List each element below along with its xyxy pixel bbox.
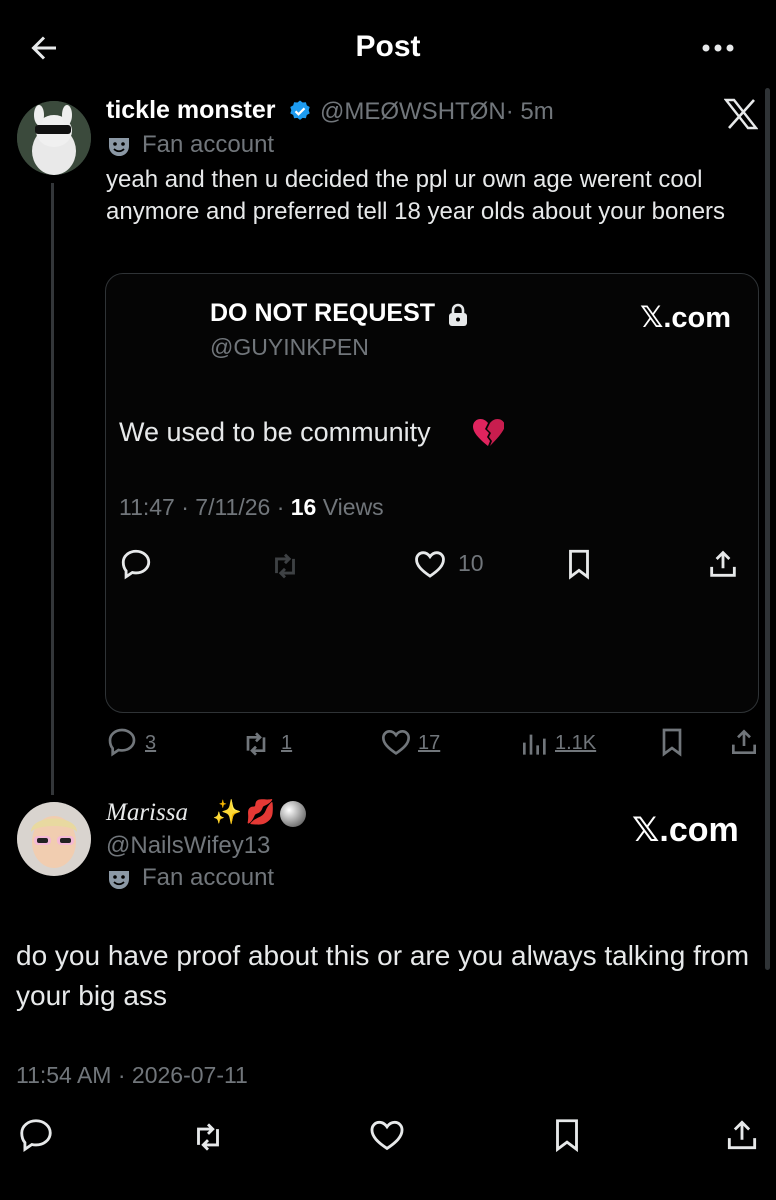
like-count[interactable]: 17 bbox=[418, 732, 440, 755]
theater-masks-icon bbox=[106, 133, 132, 159]
lock-icon bbox=[447, 303, 469, 327]
quoted-author-handle: @GUYINKPEN bbox=[210, 334, 369, 360]
reply-icon[interactable] bbox=[106, 726, 138, 758]
page-title: Post bbox=[355, 30, 421, 63]
quoted-author-name: DO NOT REQUEST bbox=[210, 299, 436, 327]
reply-count[interactable]: 3 bbox=[145, 732, 156, 755]
more-options-icon[interactable] bbox=[698, 34, 738, 62]
bookmark-icon[interactable] bbox=[548, 1116, 586, 1154]
repost-icon[interactable] bbox=[189, 1118, 227, 1156]
thread-line bbox=[51, 183, 54, 795]
reply-icon[interactable] bbox=[119, 547, 153, 581]
repost-count[interactable]: 1 bbox=[281, 732, 292, 755]
share-icon[interactable] bbox=[728, 726, 760, 758]
quoted-like-count: 10 bbox=[458, 550, 484, 576]
view-count[interactable]: 1.1K bbox=[555, 732, 596, 755]
post-text: yeah and then u decided the ppl ur own a… bbox=[106, 166, 726, 225]
fan-account-label: Fan account bbox=[142, 131, 275, 158]
bookmark-icon[interactable] bbox=[656, 726, 688, 758]
reply-timestamp: 11:54 AM · 2026-07-11 bbox=[16, 1062, 248, 1088]
like-heart-icon[interactable] bbox=[368, 1116, 406, 1154]
quoted-post-card[interactable] bbox=[105, 273, 759, 713]
author-name[interactable]: tickle monster bbox=[106, 96, 276, 125]
disco-ball-icon bbox=[279, 800, 306, 827]
share-icon[interactable] bbox=[723, 1116, 761, 1154]
reply-text: do you have proof about this or are you … bbox=[16, 940, 750, 1011]
quoted-views-label: Views bbox=[316, 494, 384, 520]
quoted-timestamp: 11:47 · 7/11/26 · bbox=[119, 494, 291, 520]
theater-masks-icon bbox=[106, 866, 132, 892]
sparkles-emoji: ✨ bbox=[212, 799, 242, 826]
quoted-post-text: We used to be community bbox=[119, 417, 431, 447]
share-icon[interactable] bbox=[706, 547, 740, 581]
quoted-source-label: 𝕏.com bbox=[640, 302, 732, 334]
avatar[interactable] bbox=[17, 101, 91, 175]
repost-icon bbox=[268, 549, 302, 583]
like-heart-icon[interactable] bbox=[380, 726, 412, 758]
reply-author-handle[interactable]: @NailsWifey13 bbox=[106, 832, 270, 860]
x-logo-icon bbox=[724, 98, 758, 130]
bookmark-icon[interactable] bbox=[562, 547, 596, 581]
like-heart-icon[interactable] bbox=[413, 547, 447, 581]
reply-author-name[interactable]: Marissa bbox=[106, 799, 188, 827]
reply-icon[interactable] bbox=[17, 1116, 55, 1154]
author-handle[interactable]: @MEØWSHTØN bbox=[320, 98, 506, 125]
broken-heart-icon bbox=[472, 418, 504, 448]
quoted-views-count: 16 bbox=[290, 494, 317, 520]
repost-icon[interactable] bbox=[240, 728, 272, 760]
post-time: · 5m bbox=[505, 98, 554, 125]
views-chart-icon[interactable] bbox=[519, 728, 551, 760]
reply-source-label: 𝕏.com bbox=[632, 811, 739, 849]
fan-account-label: Fan account bbox=[142, 864, 275, 891]
avatar[interactable] bbox=[17, 802, 91, 876]
verified-badge-icon bbox=[288, 99, 312, 123]
kiss-mark-emoji: 💋 bbox=[245, 799, 276, 826]
